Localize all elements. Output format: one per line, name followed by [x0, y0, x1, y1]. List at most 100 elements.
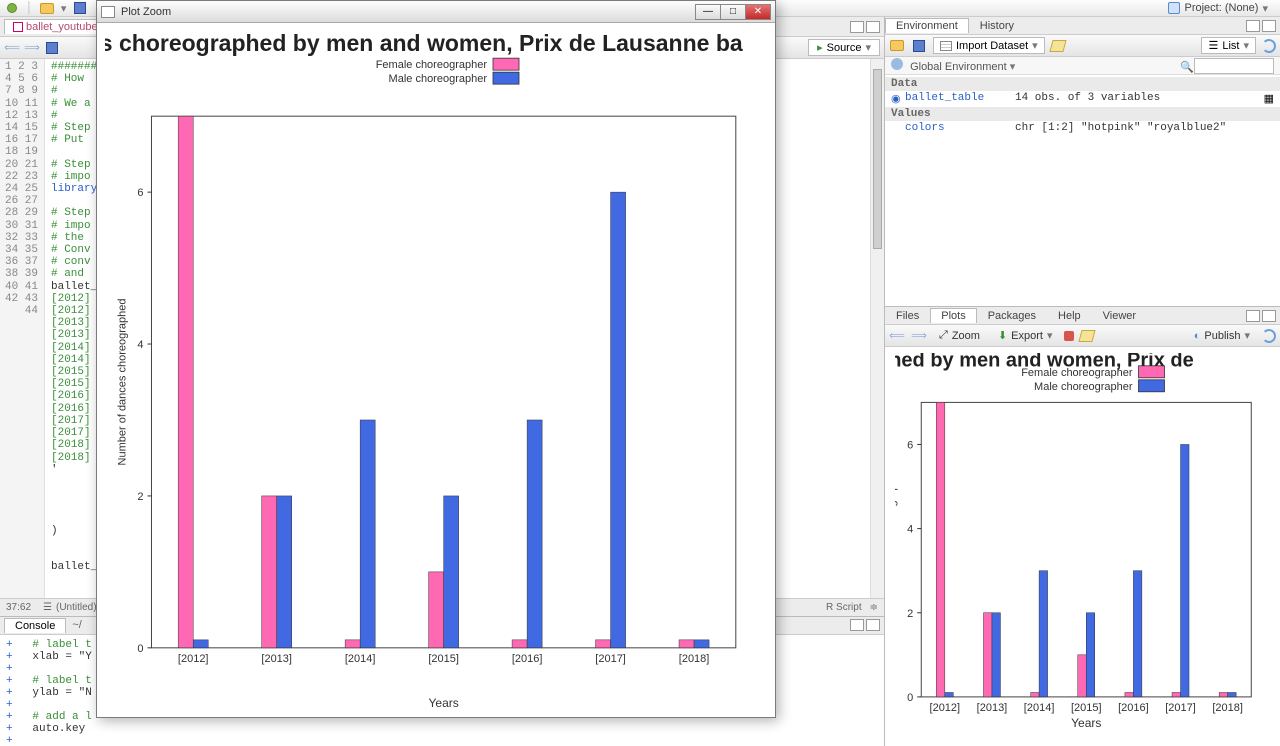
- tab-history[interactable]: History: [969, 18, 1025, 34]
- dropdown-caret-icon: ≑: [870, 602, 878, 613]
- svg-text:0: 0: [137, 643, 143, 655]
- dropdown-caret-icon: ▾: [1244, 329, 1250, 342]
- tab-plots[interactable]: Plots: [930, 308, 976, 323]
- svg-text:Male choreographer: Male choreographer: [389, 73, 488, 85]
- maximize-pane-icon[interactable]: [866, 21, 880, 33]
- plots-pane: Files Plots Packages Help Viewer ⟸ ⟹ ⤢: [885, 307, 1280, 746]
- line-gutter: 1 2 3 4 5 6 7 8 9 10 11 12 13 14 15 16 1…: [0, 59, 45, 598]
- svg-text:es choreographed by men and wo: es choreographed by men and women, Prix …: [105, 30, 743, 56]
- svg-text:4: 4: [907, 524, 913, 536]
- expand-icon[interactable]: ◉: [891, 92, 901, 106]
- svg-text:[2017]: [2017]: [1165, 702, 1196, 714]
- env-section-values: Values: [885, 107, 1280, 121]
- maximize-pane-icon[interactable]: [866, 619, 880, 631]
- env-row-ballet-table[interactable]: ◉ ballet_table 14 obs. of 3 variables ▦: [885, 91, 1280, 107]
- export-button[interactable]: ⬇ Export ▾: [992, 328, 1059, 343]
- open-icon[interactable]: [889, 38, 905, 54]
- save-icon[interactable]: [911, 38, 927, 54]
- refresh-icon[interactable]: [1262, 39, 1276, 53]
- minimize-pane-icon[interactable]: [850, 619, 864, 631]
- svg-text:[2018]: [2018]: [679, 653, 710, 665]
- tab-console[interactable]: Console: [4, 618, 66, 633]
- zoom-button-label: Zoom: [952, 330, 980, 342]
- tab-packages[interactable]: Packages: [977, 308, 1047, 324]
- search-icon: 🔍: [1180, 62, 1194, 74]
- project-selector[interactable]: Project: (None) ▾: [1168, 2, 1276, 15]
- source-button[interactable]: ▸ Source ▾: [808, 39, 880, 56]
- console-working-dir: ~/: [72, 619, 81, 631]
- refresh-plot-icon[interactable]: [1262, 329, 1276, 343]
- dropdown-caret-icon: ▾: [1010, 61, 1016, 73]
- svg-text:0: 0: [907, 692, 913, 704]
- env-var-name: colors: [905, 122, 1015, 134]
- svg-text:Number of dances choreographed: Number of dances choreographed: [116, 299, 128, 466]
- save-icon[interactable]: [44, 40, 60, 56]
- minimize-button[interactable]: —: [695, 4, 721, 20]
- tab-viewer[interactable]: Viewer: [1092, 308, 1147, 324]
- close-button[interactable]: ✕: [745, 4, 771, 20]
- next-plot-icon[interactable]: ⟹: [911, 329, 927, 343]
- svg-text:[2012]: [2012]: [178, 653, 209, 665]
- maximize-button[interactable]: □: [720, 4, 746, 20]
- minimize-pane-icon[interactable]: [1246, 20, 1260, 32]
- svg-text:Number of dances choreographed: Number of dances choreographed: [895, 466, 898, 633]
- grid-view-icon[interactable]: ▦: [1264, 92, 1274, 106]
- svg-text:[2014]: [2014]: [1024, 702, 1055, 714]
- remove-plot-icon[interactable]: [1064, 331, 1074, 341]
- r-logo-icon: [891, 58, 903, 70]
- svg-text:6: 6: [137, 187, 143, 199]
- view-mode-label: List: [1222, 40, 1239, 52]
- environment-scope[interactable]: Global Environment ▾ 🔍: [885, 57, 1280, 75]
- minimize-pane-icon[interactable]: [850, 21, 864, 33]
- env-row-colors[interactable]: colors chr [1:2] "hotpink" "royalblue2": [885, 121, 1280, 135]
- clear-plots-icon[interactable]: [1079, 330, 1096, 342]
- dropdown-caret-icon[interactable]: ▾: [61, 2, 67, 15]
- svg-text:[2013]: [2013]: [977, 702, 1008, 714]
- forward-icon[interactable]: ⟹: [24, 40, 40, 56]
- project-label-text: Project: (None): [1184, 2, 1258, 14]
- zoom-titlebar[interactable]: Plot Zoom — □ ✕: [97, 1, 775, 23]
- publish-icon: ◐: [1194, 330, 1201, 342]
- svg-text:[2013]: [2013]: [261, 653, 292, 665]
- maximize-pane-icon[interactable]: [1262, 310, 1276, 322]
- svg-text:4: 4: [137, 339, 143, 351]
- svg-text:[2018]: [2018]: [1212, 702, 1243, 714]
- svg-text:Male choreographer: Male choreographer: [1034, 381, 1133, 393]
- zoom-button[interactable]: ⤢ Zoom: [933, 328, 986, 343]
- dropdown-caret-icon: ▾: [865, 41, 871, 54]
- section-label: (Untitled): [56, 602, 97, 613]
- dropdown-caret-icon: ▾: [1047, 329, 1053, 342]
- back-icon[interactable]: ⟸: [4, 40, 20, 56]
- tab-help[interactable]: Help: [1047, 308, 1092, 324]
- rstudio-icon: [4, 0, 20, 16]
- maximize-pane-icon[interactable]: [1262, 20, 1276, 32]
- run-icon: ▸: [817, 41, 823, 54]
- zoom-window-title: Plot Zoom: [121, 6, 171, 18]
- environment-search-input[interactable]: [1194, 58, 1274, 74]
- publish-button[interactable]: ◐ Publish ▾: [1188, 328, 1256, 343]
- view-mode-button[interactable]: ☰ List ▾: [1201, 37, 1256, 54]
- svg-text:Years: Years: [1071, 716, 1101, 730]
- save-icon[interactable]: [72, 0, 88, 16]
- prev-plot-icon[interactable]: ⟸: [889, 329, 905, 343]
- svg-text:[2014]: [2014]: [345, 653, 376, 665]
- project-icon: [1168, 2, 1180, 14]
- tab-environment[interactable]: Environment: [885, 18, 969, 33]
- dropdown-caret-icon: ▾: [1032, 39, 1038, 52]
- tab-files[interactable]: Files: [885, 308, 930, 324]
- svg-text:Female choreographer: Female choreographer: [1021, 367, 1133, 379]
- env-var-value: 14 obs. of 3 variables: [1015, 92, 1160, 106]
- import-dataset-button[interactable]: Import Dataset ▾: [933, 37, 1045, 54]
- svg-text:[2012]: [2012]: [930, 702, 961, 714]
- plot-chart-zoomed: es choreographed by men and women, Prix …: [105, 27, 769, 713]
- minimize-pane-icon[interactable]: [1246, 310, 1260, 322]
- plot-chart: phed by men and women, Prix deFemale cho…: [895, 353, 1270, 733]
- plot-thumbnail: phed by men and women, Prix deFemale cho…: [885, 347, 1280, 746]
- svg-text:Female choreographer: Female choreographer: [376, 59, 488, 71]
- clear-icon[interactable]: [1049, 40, 1066, 52]
- new-file-icon[interactable]: [39, 0, 55, 16]
- svg-text:6: 6: [907, 439, 913, 451]
- svg-text:[2015]: [2015]: [1071, 702, 1102, 714]
- svg-text:Years: Years: [429, 696, 459, 710]
- editor-scrollbar[interactable]: [870, 59, 884, 598]
